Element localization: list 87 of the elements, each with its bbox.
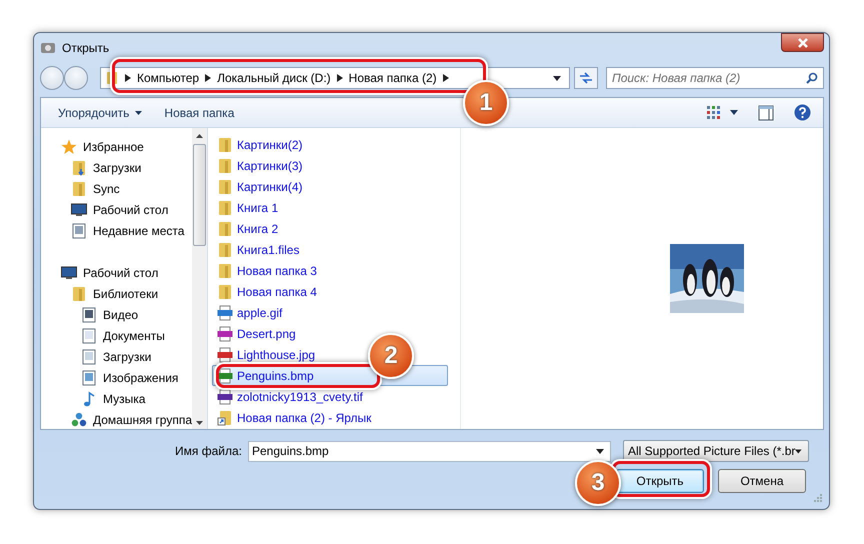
folder-icon: [71, 160, 87, 176]
file-item[interactable]: Desert.png: [212, 323, 301, 344]
file-item[interactable]: Книга 1: [212, 197, 284, 218]
file-item[interactable]: Новая папка 3: [212, 260, 322, 281]
cancel-button[interactable]: Отмена: [718, 469, 806, 493]
nav-item[interactable]: Рабочий стол: [41, 262, 192, 283]
image-file-icon: [217, 388, 233, 404]
scroll-down-icon[interactable]: [196, 421, 203, 425]
preview-pane-icon[interactable]: [758, 104, 774, 120]
nav-item[interactable]: Документы: [41, 325, 192, 346]
file-name-field[interactable]: Penguins.bmp: [248, 440, 611, 462]
dropdown-icon[interactable]: [730, 110, 738, 115]
monitor-icon: [61, 264, 77, 280]
folder-icon: [71, 286, 87, 302]
window-title: Открыть: [62, 41, 110, 55]
folder-icon: [71, 180, 87, 196]
refresh-icon: [579, 72, 593, 84]
nav-item[interactable]: Музыка: [41, 388, 192, 409]
refresh-button[interactable]: [574, 67, 598, 89]
image-file-icon: [217, 368, 233, 384]
nav-item[interactable]: Избранное: [41, 136, 192, 157]
scrollbar[interactable]: [192, 128, 207, 429]
close-icon: [796, 38, 808, 48]
folder-icon: [217, 158, 233, 174]
music-note-icon: [81, 390, 97, 406]
image-file-icon: [217, 346, 233, 362]
file-item[interactable]: Новая папка 4: [212, 281, 322, 302]
scroll-up-icon[interactable]: [196, 134, 203, 138]
folder-icon: [217, 284, 233, 300]
file-item[interactable]: Картинки(4): [212, 176, 308, 197]
file-item[interactable]: Книга 2: [212, 218, 284, 239]
nav-item[interactable]: Недавние места: [41, 220, 192, 241]
file-item[interactable]: Картинки(3): [212, 155, 308, 176]
shortcut-icon: [217, 410, 233, 426]
search-field[interactable]: Поиск: Новая папка (2): [606, 67, 824, 89]
file-item[interactable]: Книга1.files: [212, 239, 304, 260]
chevron-icon: [125, 74, 131, 82]
file-name-label: Имя файла:: [175, 444, 242, 458]
toolbar-button[interactable]: Упорядочить: [49, 102, 152, 124]
nav-item[interactable]: Видео: [41, 304, 192, 325]
open-button[interactable]: Открыть: [616, 469, 704, 493]
chevron-icon: [442, 74, 449, 82]
image-file-icon: [217, 304, 233, 320]
image-file-icon: [217, 326, 233, 342]
nav-item[interactable]: Рабочий стол: [41, 199, 192, 220]
nav-item[interactable]: Библиотеки: [41, 283, 192, 304]
star-icon: [61, 138, 77, 154]
library-icon: [81, 328, 97, 344]
app-icon: [40, 40, 56, 56]
breadcrumb[interactable]: Компьютер: [137, 71, 200, 85]
library-icon: [71, 222, 87, 238]
folder-icon: [217, 242, 233, 258]
folder-icon: [217, 200, 233, 216]
nav-item[interactable]: Sync: [41, 178, 192, 199]
breadcrumb[interactable]: Локальный диск (D:): [217, 71, 331, 85]
dropdown-icon[interactable]: [596, 448, 604, 454]
back-forward-buttons[interactable]: [40, 66, 88, 90]
folder-icon: [217, 178, 233, 194]
nav-item[interactable]: Загрузки: [41, 157, 192, 178]
folder-icon: [217, 262, 233, 278]
nav-item[interactable]: Изображения: [41, 367, 192, 388]
resize-grip[interactable]: [813, 493, 822, 502]
chevron-icon: [336, 74, 343, 82]
nav-item[interactable]: Загрузки: [41, 346, 192, 367]
library-icon: [81, 370, 97, 386]
chevron-icon: [205, 74, 212, 82]
file-item[interactable]: Новая папка (2) - Ярлык: [212, 407, 376, 428]
file-type-dropdown[interactable]: All Supported Picture Files (*.br: [623, 440, 809, 462]
close-button[interactable]: [781, 33, 824, 52]
file-item[interactable]: apple.gif: [212, 302, 288, 323]
toolbar-button[interactable]: Новая папка: [155, 102, 244, 124]
monitor-icon: [71, 202, 87, 218]
breadcrumb[interactable]: Новая папка (2): [348, 71, 437, 85]
file-item[interactable]: zolotnicky1913_cvety.tif: [212, 386, 368, 407]
help-icon[interactable]: [794, 104, 811, 121]
file-item[interactable]: Lighthouse.jpg: [212, 344, 320, 365]
library-icon: [81, 348, 97, 364]
folder-icon: [217, 220, 233, 236]
search-icon: [806, 72, 818, 84]
library-icon: [81, 306, 97, 322]
homegroup-icon: [71, 412, 87, 428]
dropdown-icon[interactable]: [553, 76, 561, 80]
dropdown-icon: [795, 448, 802, 454]
file-item[interactable]: Картинки(2): [212, 134, 308, 155]
folder-icon: [217, 136, 233, 152]
nav-item[interactable]: Домашняя группа: [41, 409, 192, 429]
view-options-icon[interactable]: [706, 104, 722, 120]
